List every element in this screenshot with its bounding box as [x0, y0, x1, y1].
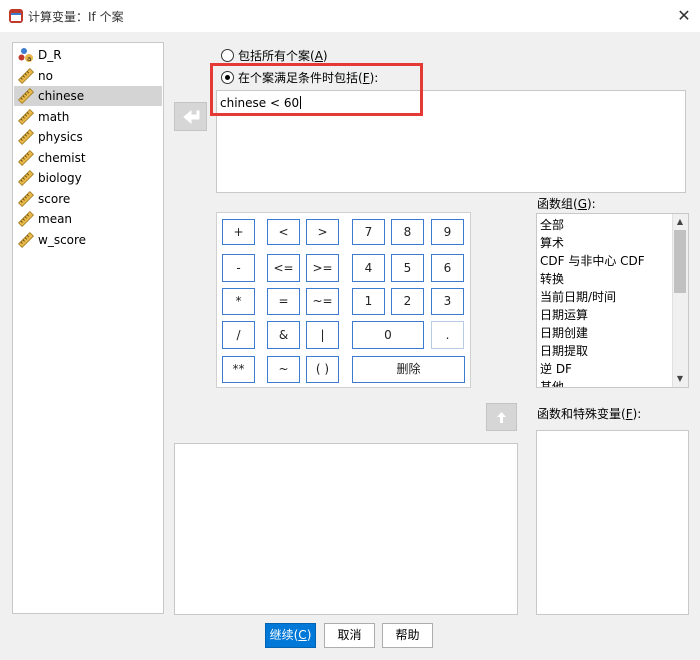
function-group-item[interactable]: 日期运算 — [540, 306, 588, 324]
scale-ruler-icon — [18, 170, 34, 186]
key-less-than[interactable]: < — [267, 219, 300, 245]
variable-item-label: biology — [38, 171, 82, 185]
key-1[interactable]: 1 — [352, 288, 385, 315]
function-group-item[interactable]: 日期创建 — [540, 324, 588, 342]
variable-item-physics[interactable]: physics — [14, 127, 162, 147]
function-group-item[interactable]: 算术 — [540, 234, 564, 252]
move-function-up-button[interactable] — [486, 403, 517, 431]
scrollbar-thumb[interactable] — [674, 230, 686, 293]
key-5[interactable]: 5 — [391, 254, 424, 282]
key-minus[interactable]: - — [222, 254, 255, 282]
variable-item-score[interactable]: score — [14, 189, 162, 209]
scale-ruler-icon — [18, 67, 34, 84]
variable-item-d-r[interactable]: a D_R — [14, 45, 162, 65]
key-less-equal[interactable]: <= — [267, 254, 300, 282]
scale-ruler-icon — [18, 108, 34, 125]
key-greater-than[interactable]: > — [306, 219, 339, 245]
cancel-button[interactable]: 取消 — [324, 623, 375, 648]
key-4[interactable]: 4 — [352, 254, 385, 282]
scale-ruler-icon — [18, 231, 34, 248]
scale-ruler-icon — [18, 211, 34, 227]
functions-special-list[interactable] — [536, 430, 689, 615]
calculator-keypad: + < > 7 8 9 - <= >= 4 5 6 * = ~= 1 2 3 /… — [216, 212, 471, 388]
function-group-item[interactable]: 逆 DF — [540, 360, 572, 378]
scale-ruler-icon — [18, 190, 34, 207]
delete-button[interactable]: 删除 — [352, 356, 465, 383]
functions-special-label: 函数和特殊变量(F): — [537, 407, 642, 421]
help-button[interactable]: 帮助 — [382, 623, 433, 648]
spss-app-icon — [8, 8, 24, 24]
nominal-icon: a — [18, 47, 34, 63]
variable-item-label: w_score — [38, 232, 87, 247]
key-or[interactable]: | — [306, 321, 339, 349]
key-multiply[interactable]: * — [222, 288, 255, 315]
key-decimal[interactable]: . — [431, 321, 464, 349]
function-group-item[interactable]: 全部 — [540, 216, 564, 234]
variable-item-biology[interactable]: biology — [14, 168, 162, 188]
scroll-up-icon[interactable]: ▲ — [673, 215, 687, 229]
key-9[interactable]: 9 — [431, 219, 464, 245]
key-not[interactable]: ~ — [267, 356, 300, 383]
key-0[interactable]: 0 — [352, 321, 424, 349]
variable-list[interactable]: a D_Rno chinese math physics chemist biology sc… — [12, 42, 164, 614]
title-bar: 计算变量：If 个案 ✕ — [0, 0, 700, 32]
variable-item-label: score — [38, 191, 71, 206]
key-3[interactable]: 3 — [431, 288, 464, 315]
function-group-item[interactable]: 当前日期/时间 — [540, 288, 616, 306]
function-group-list[interactable]: 全部 算术 CDF 与非中心 CDF 转换 当前日期/时间 日期运算 日期创建 … — [536, 213, 689, 388]
scale-ruler-icon — [18, 149, 34, 166]
key-power[interactable]: ** — [222, 356, 255, 383]
scale-ruler-icon — [18, 129, 34, 145]
close-icon[interactable]: ✕ — [672, 4, 696, 28]
highlight-box — [210, 63, 423, 116]
variable-item-label: D_R — [38, 48, 62, 62]
key-greater-equal[interactable]: >= — [306, 254, 339, 282]
key-2[interactable]: 2 — [391, 288, 424, 315]
key-and[interactable]: & — [267, 321, 300, 349]
function-group-item[interactable]: 转换 — [540, 270, 564, 288]
move-variable-button[interactable] — [174, 102, 207, 131]
scale-ruler-icon — [18, 88, 34, 104]
variable-item-no[interactable]: no — [14, 66, 162, 86]
variable-item-label: no — [38, 68, 53, 83]
variable-item-label: chinese — [38, 89, 85, 103]
variable-item-label: mean — [38, 212, 73, 226]
arrow-left-icon — [183, 109, 200, 125]
radio-include-all[interactable] — [221, 49, 234, 62]
function-group-label: 函数组(G): — [537, 197, 596, 211]
variable-item-chinese[interactable]: chinese — [14, 86, 162, 106]
function-group-item[interactable]: 其他 — [540, 378, 564, 387]
key-plus[interactable]: + — [222, 219, 255, 245]
key-6[interactable]: 6 — [431, 254, 464, 282]
function-description-area — [174, 443, 518, 615]
variable-item-mean[interactable]: mean — [14, 209, 162, 229]
key-divide[interactable]: / — [222, 321, 255, 349]
key-8[interactable]: 8 — [391, 219, 424, 245]
arrow-up-icon — [497, 412, 506, 423]
variable-item-math[interactable]: math — [14, 107, 162, 127]
function-group-item[interactable]: 日期提取 — [540, 342, 588, 360]
variable-item-w-score[interactable]: w_score — [14, 230, 162, 250]
key-not-equal[interactable]: ~= — [306, 288, 339, 315]
window-title: 计算变量：If 个案 — [28, 10, 124, 24]
function-group-item[interactable]: CDF 与非中心 CDF — [540, 252, 645, 270]
key-parentheses[interactable]: ( ) — [306, 356, 339, 383]
variable-item-label: math — [38, 109, 70, 124]
variable-item-chemist[interactable]: chemist — [14, 148, 162, 168]
continue-button[interactable]: 继续(C) — [265, 623, 316, 648]
variable-item-label: physics — [38, 130, 83, 144]
scroll-down-icon[interactable]: ▼ — [673, 372, 687, 386]
radio-include-all-label[interactable]: 包括所有个案(A) — [238, 47, 328, 64]
svg-text:a: a — [27, 55, 31, 63]
variable-item-label: chemist — [38, 150, 86, 165]
key-7[interactable]: 7 — [352, 219, 385, 245]
key-equal[interactable]: = — [267, 288, 300, 315]
